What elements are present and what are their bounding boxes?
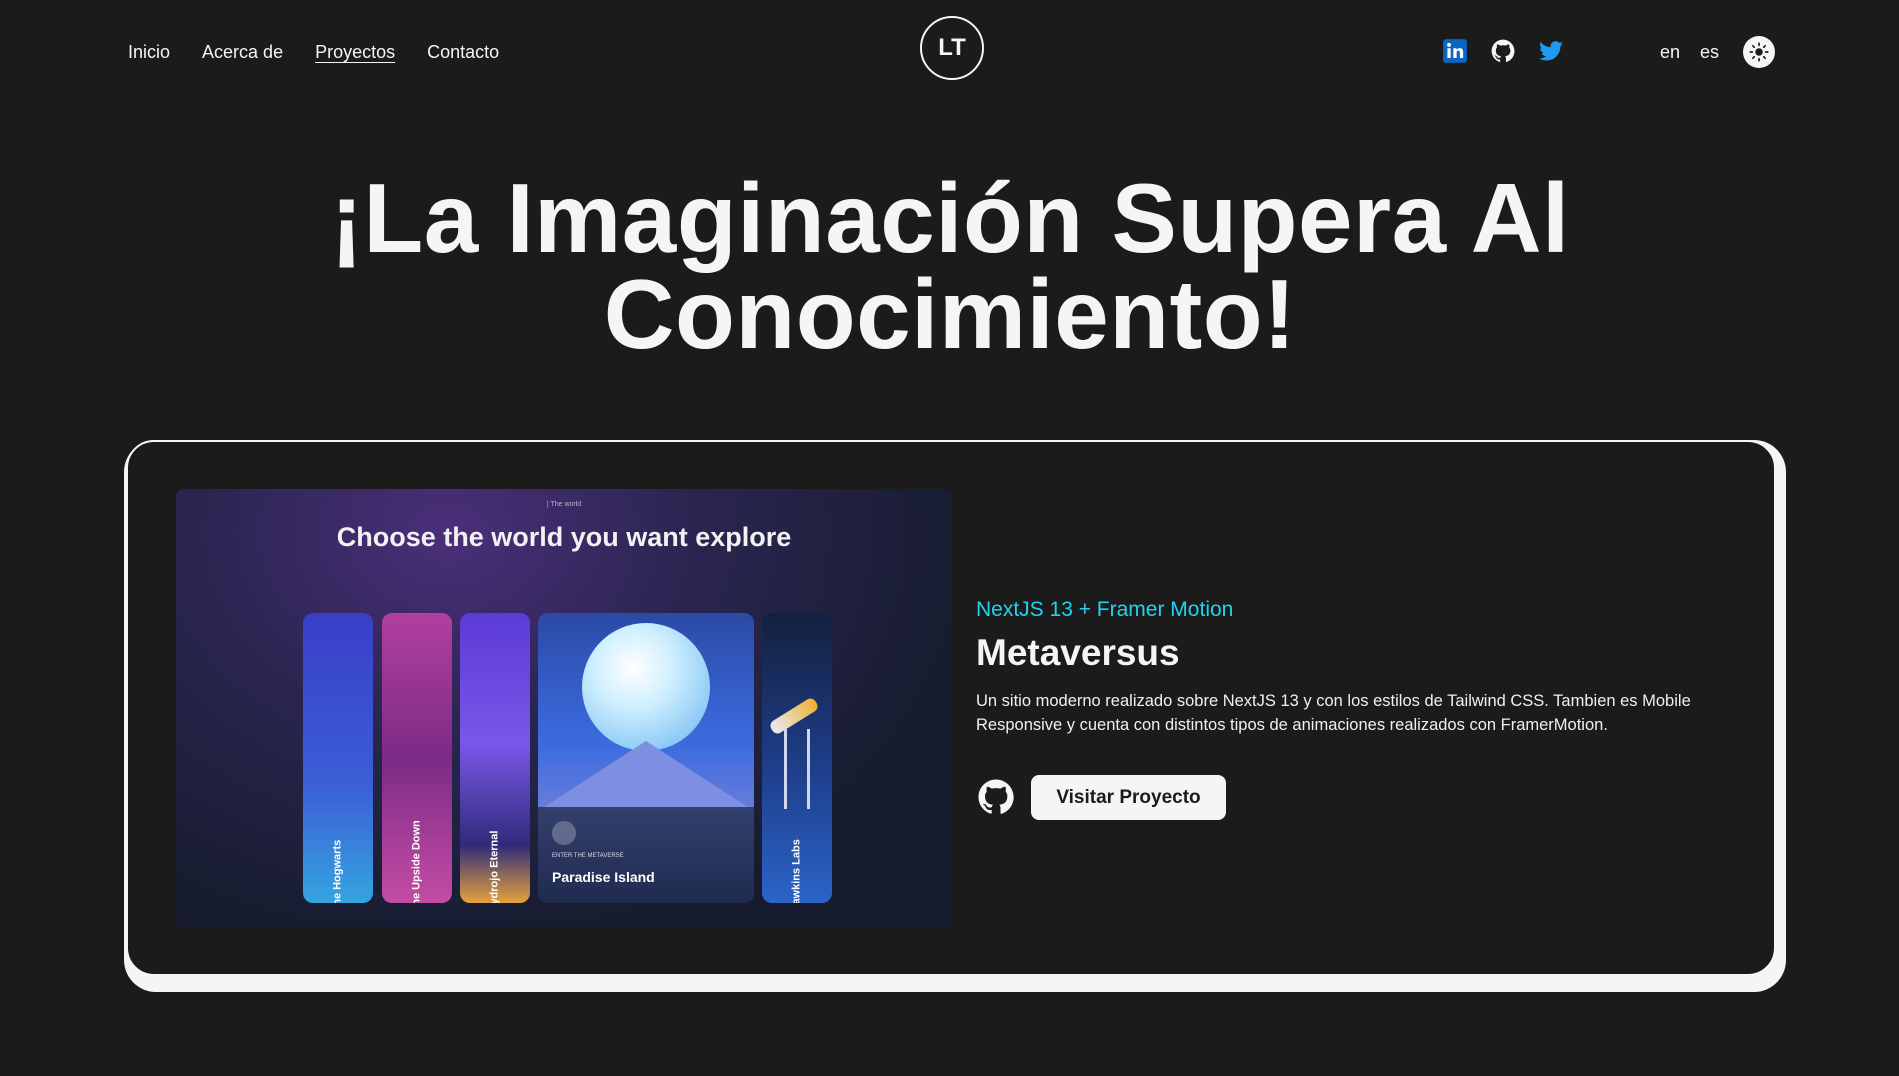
- hero-heading: ¡La Imaginación Supera Al Conocimiento!: [200, 169, 1700, 363]
- sun-icon: [1749, 42, 1769, 62]
- world-card-label: Paradise Island: [552, 869, 655, 885]
- hero-line-2: Conocimiento!: [603, 259, 1297, 369]
- site-header: Inicio Acerca de Proyectos Contacto LT e…: [0, 0, 1899, 104]
- github-link[interactable]: [1490, 38, 1516, 64]
- social-links: [1442, 38, 1564, 64]
- tripod-illustration: [784, 729, 810, 809]
- screenshot-eyebrow: | The world: [546, 501, 582, 508]
- world-card-label: Hydrojo Eternal: [488, 830, 501, 903]
- linkedin-icon: [1443, 39, 1467, 63]
- twitter-link[interactable]: [1538, 38, 1564, 64]
- linkedin-link[interactable]: [1442, 38, 1468, 64]
- world-card-hydrojo: Hydrojo Eternal: [460, 613, 530, 903]
- world-card-subtitle: ENTER THE METAVERSE: [552, 853, 624, 859]
- project-screenshot-link[interactable]: | The world Choose the world you want ex…: [176, 489, 952, 927]
- visit-project-button[interactable]: Visitar Proyecto: [1031, 775, 1226, 820]
- world-card-upside-down: The Upside Down: [382, 613, 452, 903]
- project-tech-tag: NextJS 13 + Framer Motion: [976, 598, 1234, 621]
- nav-link-proyectos[interactable]: Proyectos: [315, 40, 395, 64]
- world-card-hogwarts: The Hogwarts: [303, 613, 373, 903]
- theme-toggle-button[interactable]: [1743, 36, 1775, 68]
- world-card-paradise-island: ENTER THE METAVERSE Paradise Island: [538, 613, 754, 903]
- project-github-link[interactable]: [976, 777, 1016, 817]
- headset-icon: [552, 821, 576, 845]
- world-card-label: The Hogwarts: [331, 839, 344, 903]
- lang-en-button[interactable]: en: [1660, 40, 1680, 64]
- mountain-illustration: [538, 741, 754, 811]
- nav-link-acerca-de[interactable]: Acerca de: [202, 40, 283, 64]
- logo[interactable]: LT: [920, 16, 984, 80]
- nav-link-contacto[interactable]: Contacto: [427, 40, 499, 64]
- hero-line-1: ¡La Imaginación Supera Al: [330, 163, 1570, 273]
- screenshot-heading: Choose the world you want explore: [336, 522, 792, 552]
- project-description: Un sitio moderno realizado sobre NextJS …: [976, 692, 1691, 734]
- twitter-icon: [1539, 41, 1563, 61]
- lang-es-button[interactable]: es: [1700, 40, 1719, 64]
- moon-illustration: [582, 623, 710, 751]
- language-switcher: en es: [1660, 40, 1719, 64]
- world-card-hawkins-labs: Hawkins Labs: [762, 613, 832, 903]
- world-card-footer: ENTER THE METAVERSE Paradise Island: [538, 807, 754, 903]
- project-title[interactable]: Metaversus: [976, 632, 1180, 674]
- main-nav: Inicio Acerca de Proyectos Contacto: [128, 40, 499, 64]
- world-card-label: Hawkins Labs: [790, 839, 803, 903]
- world-card-label: The Upside Down: [410, 820, 423, 903]
- github-icon: [1491, 39, 1515, 62]
- github-icon: [978, 779, 1014, 814]
- nav-link-inicio[interactable]: Inicio: [128, 40, 170, 64]
